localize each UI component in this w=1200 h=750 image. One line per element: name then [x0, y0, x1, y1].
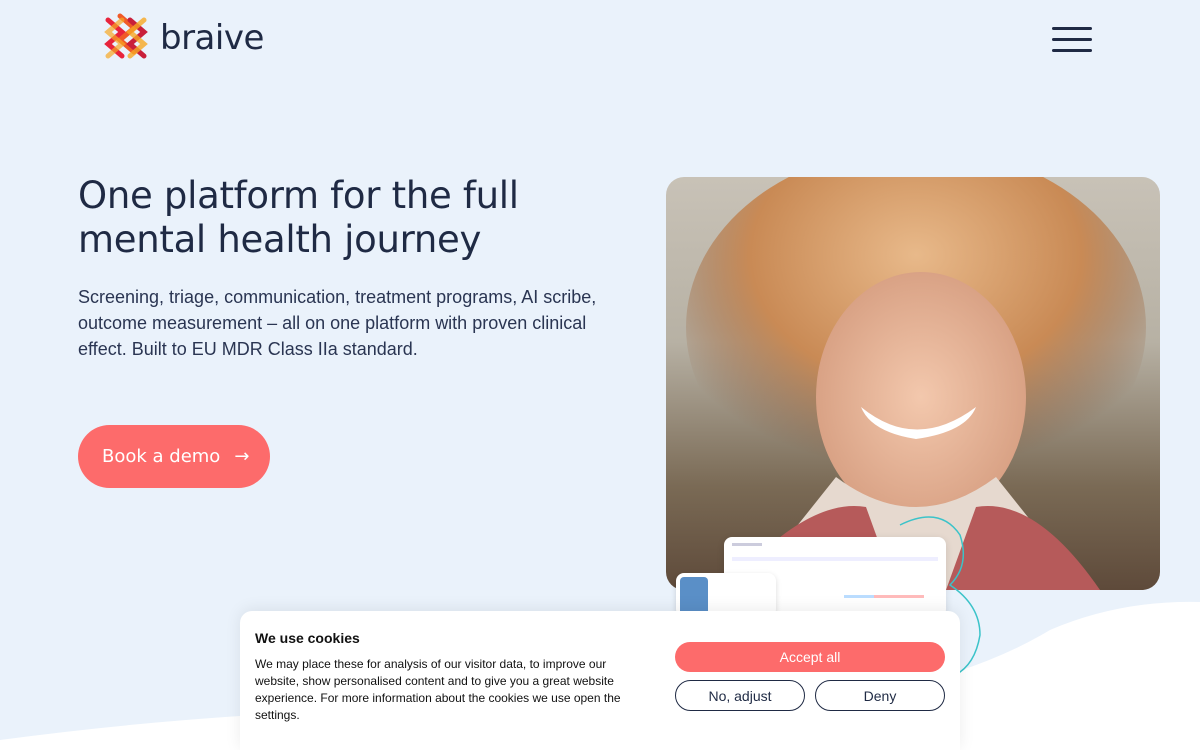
book-demo-label: Book a demo: [102, 446, 221, 467]
hamburger-menu-icon[interactable]: [1052, 27, 1092, 53]
site-header: braive: [0, 0, 1200, 80]
arrow-right-icon: →: [234, 446, 250, 467]
cookie-description: We may place these for analysis of our v…: [255, 657, 621, 722]
braive-logo[interactable]: braive: [100, 12, 264, 64]
hero-title: One platform for the full mental health …: [78, 174, 519, 261]
braive-logo-mark-icon: [104, 13, 148, 59]
deny-cookies-button[interactable]: Deny: [815, 680, 945, 711]
menu-line: [1052, 49, 1092, 52]
accept-all-button[interactable]: Accept all: [675, 642, 945, 672]
adjust-cookies-button[interactable]: No, adjust: [675, 680, 805, 711]
logo-wordmark: braive: [160, 18, 264, 58]
menu-line: [1052, 27, 1092, 30]
cookie-title: We use cookies: [255, 630, 360, 646]
hero-subtitle: Screening, triage, communication, treatm…: [78, 287, 597, 359]
menu-line: [1052, 38, 1092, 41]
cookie-banner: We use cookies We may place these for an…: [240, 611, 960, 750]
book-demo-button[interactable]: Book a demo →: [78, 425, 270, 488]
